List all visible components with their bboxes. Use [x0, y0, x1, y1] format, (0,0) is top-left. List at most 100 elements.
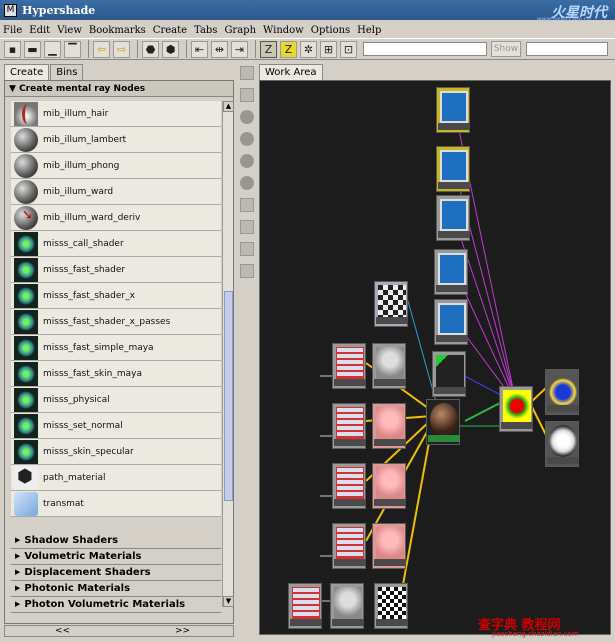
face-texture-node[interactable] [372, 343, 406, 389]
texture-node[interactable] [436, 195, 470, 241]
swatch-large-icon[interactable] [240, 154, 254, 168]
menu-view[interactable]: View [57, 25, 82, 36]
list-item[interactable]: misss_physical [11, 387, 221, 413]
list-item[interactable]: misss_fast_shader [11, 257, 221, 283]
vertical-scrollbar[interactable]: ▲ ▼ [222, 101, 234, 607]
list-item[interactable]: misss_fast_simple_maya [11, 335, 221, 361]
shadow-shader-node[interactable] [374, 281, 408, 327]
clear-graph-icon[interactable]: ⊞ [320, 40, 337, 58]
sort-reverse-icon[interactable] [240, 264, 254, 278]
category-photon-volumetric-materials[interactable]: ▶ Photon Volumetric Materials [11, 597, 221, 613]
layout-bottom-icon[interactable]: ▁ [44, 40, 61, 58]
swatch-small-icon[interactable] [240, 110, 254, 124]
tab-bins[interactable]: Bins [50, 64, 84, 80]
tab-work-area[interactable]: Work Area [259, 64, 323, 80]
create-panel: ▼ Create mental ray Nodes mib_illum_hair… [4, 80, 234, 624]
place2d-node[interactable] [332, 343, 366, 389]
back-arrow-icon[interactable]: ⇦ [93, 40, 110, 58]
in-out-connections-icon[interactable]: ⇹ [211, 40, 228, 58]
menu-bookmarks[interactable]: Bookmarks [89, 25, 146, 36]
face-texture-node[interactable] [372, 463, 406, 509]
graph-nodes-icon[interactable]: ⬢ [162, 40, 179, 58]
scroll-down-icon[interactable]: ▼ [223, 596, 234, 607]
texture-node[interactable] [436, 146, 470, 192]
light-texture-node[interactable] [432, 351, 466, 397]
light-map-node[interactable] [545, 369, 579, 415]
node-graph-icon[interactable]: ✲ [300, 40, 317, 58]
scroll-left-button[interactable]: << [55, 626, 70, 636]
menu-window[interactable]: Window [263, 25, 304, 36]
list-item[interactable]: transmat [11, 491, 221, 517]
grid-view-icon[interactable] [240, 66, 254, 80]
menu-file[interactable]: File [3, 25, 22, 36]
layout-top-icon[interactable]: ▬ [24, 40, 41, 58]
placement-swatch [336, 527, 364, 559]
list-item[interactable]: misss_fast_shader_x [11, 283, 221, 309]
list-item[interactable]: misss_skin_specular [11, 439, 221, 465]
face-texture-node[interactable] [330, 583, 364, 629]
place2d-node[interactable] [332, 463, 366, 509]
texture-node[interactable] [434, 299, 468, 345]
filter-texture-icon[interactable]: Z [280, 40, 297, 58]
menu-create[interactable]: Create [153, 25, 187, 36]
filter-field[interactable] [526, 42, 608, 56]
menu-help[interactable]: Help [357, 25, 381, 36]
shading-group-node[interactable] [499, 386, 533, 432]
sort-name-icon[interactable] [240, 198, 254, 212]
swatch-medium-icon[interactable] [240, 132, 254, 146]
face-texture-node[interactable] [372, 403, 406, 449]
face-texture-node[interactable] [372, 523, 406, 569]
title-bar[interactable]: M Hypershade [0, 0, 615, 20]
list-item[interactable]: mib_illum_hair [11, 101, 221, 127]
section-header[interactable]: ▼ Create mental ray Nodes [5, 81, 233, 97]
category-photonic-materials[interactable]: ▶ Photonic Materials [11, 581, 221, 597]
list-item[interactable]: mib_illum_ward_deriv [11, 205, 221, 231]
layout-single-icon[interactable]: ▔ [64, 40, 81, 58]
category-volumetric-materials[interactable]: ▶ Volumetric Materials [11, 549, 221, 565]
list-item[interactable]: misss_fast_skin_maya [11, 361, 221, 387]
filter-shader-icon[interactable]: Z [260, 40, 277, 58]
graph-materials-icon[interactable]: ⬣ [142, 40, 159, 58]
list-item[interactable]: mib_illum_lambert [11, 127, 221, 153]
list-view-icon[interactable] [240, 88, 254, 102]
menu-graph[interactable]: Graph [224, 25, 256, 36]
menu-tabs[interactable]: Tabs [194, 25, 217, 36]
node-label [334, 559, 366, 566]
horizontal-scrollbar[interactable]: << >> [4, 625, 234, 637]
texture-node[interactable] [434, 249, 468, 295]
tab-create[interactable]: Create [4, 64, 50, 80]
menu-edit[interactable]: Edit [29, 25, 50, 36]
misc-output-node[interactable] [545, 421, 579, 467]
sort-type-icon[interactable] [240, 220, 254, 234]
search-field[interactable] [363, 42, 487, 56]
list-item[interactable]: mib_illum_ward [11, 179, 221, 205]
sss-shader-icon [14, 257, 38, 282]
category-displacement-shaders[interactable]: ▶ Displacement Shaders [11, 565, 221, 581]
category-label: Photon Volumetric Materials [24, 599, 186, 610]
output-connections-icon[interactable]: ⇥ [231, 40, 248, 58]
scroll-up-icon[interactable]: ▲ [223, 101, 234, 112]
swatch-xlarge-icon[interactable] [240, 176, 254, 190]
checker-node[interactable] [374, 583, 408, 629]
scroll-right-button[interactable]: >> [175, 626, 190, 636]
category-shadow-shaders[interactable]: ▶ Shadow Shaders [11, 533, 221, 549]
texture-node[interactable] [436, 87, 470, 133]
forward-arrow-icon[interactable]: ⇨ [113, 40, 130, 58]
scroll-thumb[interactable] [224, 291, 233, 501]
menu-options[interactable]: Options [311, 25, 350, 36]
list-item[interactable]: misss_call_shader [11, 231, 221, 257]
place2d-node[interactable] [332, 403, 366, 449]
show-button[interactable]: Show [491, 41, 521, 57]
toggle-panel-icon[interactable]: ▪ [4, 40, 21, 58]
place2d-node[interactable] [332, 523, 366, 569]
list-item[interactable]: misss_set_normal [11, 413, 221, 439]
list-item[interactable]: misss_fast_shader_x_passes [11, 309, 221, 335]
input-connections-icon[interactable]: ⇤ [191, 40, 208, 58]
work-area-canvas[interactable] [259, 80, 611, 635]
rearrange-graph-icon[interactable]: ⊡ [340, 40, 357, 58]
skin-shader-node[interactable] [426, 399, 460, 445]
list-item[interactable]: path_material [11, 465, 221, 491]
place2d-node[interactable] [288, 583, 322, 629]
sort-time-icon[interactable] [240, 242, 254, 256]
list-item[interactable]: mib_illum_phong [11, 153, 221, 179]
